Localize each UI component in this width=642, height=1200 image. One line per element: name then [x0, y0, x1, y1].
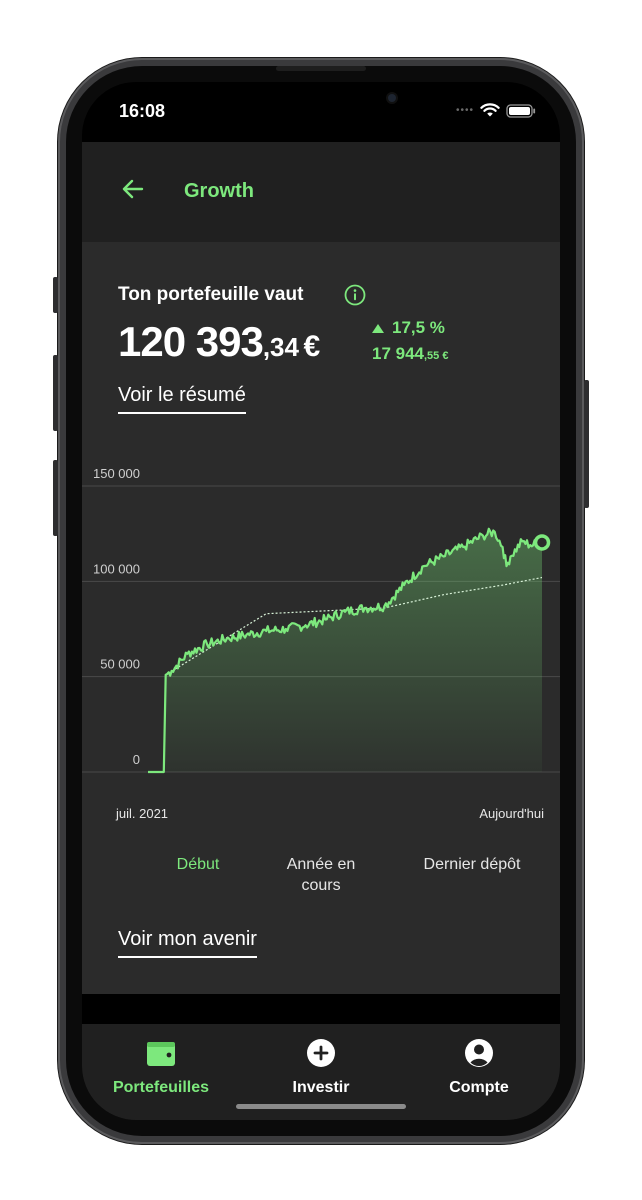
x-tick-start: juil. 2021	[115, 806, 168, 821]
range-tab-year-label: Année en cours	[286, 856, 356, 894]
wallet-icon	[147, 1042, 175, 1066]
mute-switch	[53, 277, 58, 313]
home-indicator	[236, 1104, 406, 1109]
portfolio-panel: Ton portefeuille vaut 120 393,34 € 17,5 …	[82, 242, 560, 994]
portfolio-value-decimals: ,34	[262, 332, 299, 362]
nav-label-compte: Compte	[449, 1079, 509, 1096]
y-tick-label: 50 000	[100, 657, 140, 672]
gain-amount-integer: 17 944	[372, 344, 424, 363]
info-icon[interactable]	[344, 284, 366, 306]
camera-icon	[388, 94, 396, 102]
nav-label-portefeuilles: Portefeuilles	[112, 1079, 210, 1096]
range-tab-last-deposit-label: Dernier dépôt	[423, 856, 521, 873]
portfolio-gain: 17,5 % 17 944,55 €	[372, 318, 448, 364]
nav-item-compte[interactable]: Compte	[420, 1038, 538, 1097]
nav-item-investir[interactable]: Investir	[262, 1038, 380, 1097]
page-title: Growth	[184, 180, 254, 202]
power-button	[584, 380, 589, 508]
summary-link[interactable]: Voir le résumé	[118, 384, 246, 414]
growth-chart: 150 000 100 000 50 000 0 juil. 2021 Aujourd…	[82, 466, 560, 821]
portfolio-label: Ton portefeuille vaut	[118, 284, 304, 305]
battery-icon	[506, 103, 536, 118]
chart-end-marker[interactable]	[533, 534, 551, 551]
nav-label-investir: Investir	[292, 1079, 350, 1096]
range-tab-start[interactable]: Début	[168, 854, 228, 875]
future-link[interactable]: Voir mon avenir	[118, 928, 257, 958]
app-header: Growth	[82, 142, 560, 242]
plus-circle-icon	[307, 1039, 335, 1067]
chart-area	[163, 528, 543, 772]
range-tab-year[interactable]: Année en cours	[278, 854, 364, 896]
gain-percent: 17,5 %	[392, 318, 445, 337]
range-tab-last-deposit[interactable]: Dernier dépôt	[412, 854, 532, 875]
y-tick-label: 100 000	[93, 561, 140, 576]
speaker-grille	[276, 66, 366, 71]
x-tick-end: Aujourd'hui	[479, 806, 544, 821]
wifi-icon	[480, 103, 500, 117]
volume-up-button	[53, 355, 58, 431]
range-tab-start-label: Début	[176, 856, 220, 873]
screen: 16:08 •••• Growth Ton portefeuille vaut	[82, 82, 560, 1120]
gain-amount-decimals: ,55 €	[424, 350, 449, 362]
status-time: 16:08	[119, 101, 166, 121]
notch	[224, 82, 420, 124]
triangle-up-icon	[372, 323, 384, 333]
back-arrow-icon[interactable]	[120, 176, 146, 202]
user-circle-icon	[465, 1039, 493, 1067]
volume-down-button	[53, 460, 58, 536]
signal-icon: ••••	[455, 105, 474, 116]
status-icons: ••••	[456, 103, 536, 118]
y-tick-label: 150 000	[93, 466, 140, 481]
portfolio-value: 120 393,34 €	[118, 318, 320, 366]
nav-item-portefeuilles[interactable]: Portefeuilles	[102, 1038, 220, 1097]
y-tick-label: 0	[133, 752, 140, 767]
portfolio-value-integer: 120 393	[118, 318, 264, 365]
portfolio-currency: €	[303, 330, 321, 363]
bottom-nav: Portefeuilles Investir Compte	[82, 1024, 560, 1120]
